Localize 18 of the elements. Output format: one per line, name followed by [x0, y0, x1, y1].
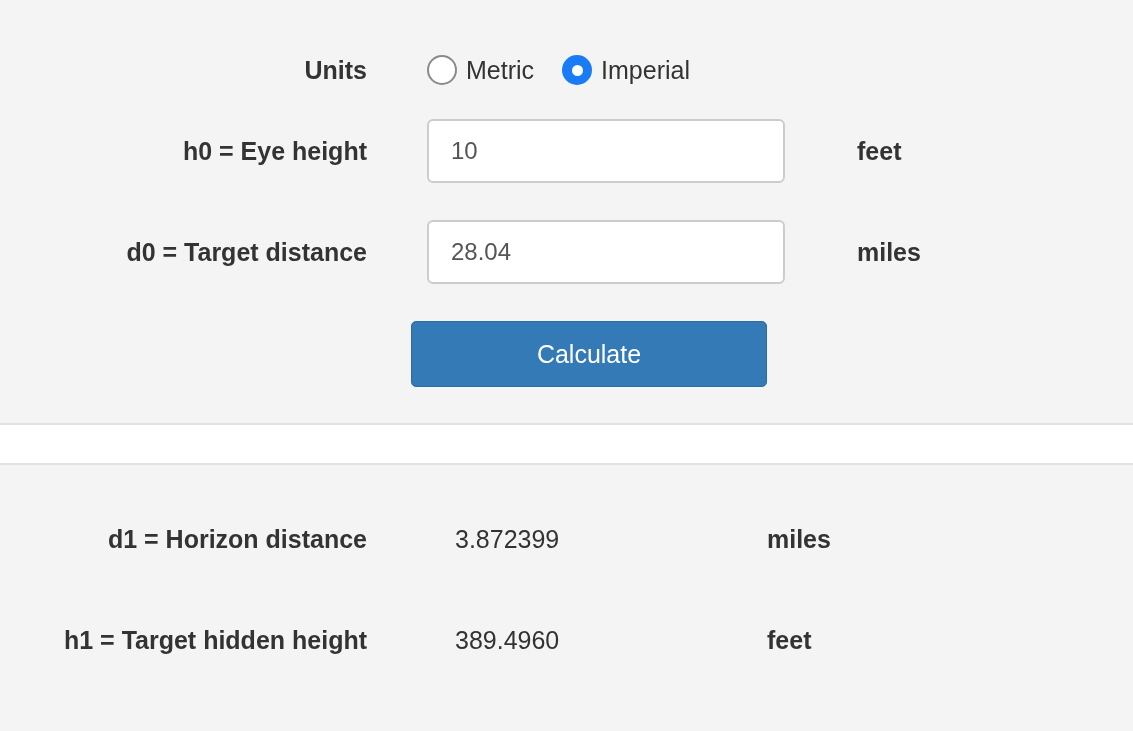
- radio-button[interactable]: [427, 55, 457, 85]
- result-value: 3.872399: [455, 524, 561, 554]
- unit-label: miles: [857, 237, 922, 267]
- unit-label: feet: [857, 136, 903, 166]
- unit-label: feet: [767, 625, 813, 655]
- radio-button[interactable]: [562, 55, 593, 85]
- units-label: Units: [304, 55, 367, 85]
- calculate-button[interactable]: Calculate: [411, 321, 767, 387]
- field-label: h0 = Eye height: [182, 136, 367, 166]
- field-label: d0 = Target distance: [126, 237, 367, 267]
- input-field[interactable]: 10: [427, 119, 785, 183]
- result-label: d1 = Horizon distance: [107, 524, 367, 554]
- radio-label[interactable]: Metric: [466, 55, 535, 85]
- result-label: h1 = Target hidden height: [63, 625, 367, 655]
- input-field[interactable]: 28.04: [427, 220, 785, 284]
- radio-label[interactable]: Imperial: [601, 55, 690, 85]
- result-value: 389.4960: [455, 625, 561, 655]
- unit-label: miles: [767, 524, 832, 554]
